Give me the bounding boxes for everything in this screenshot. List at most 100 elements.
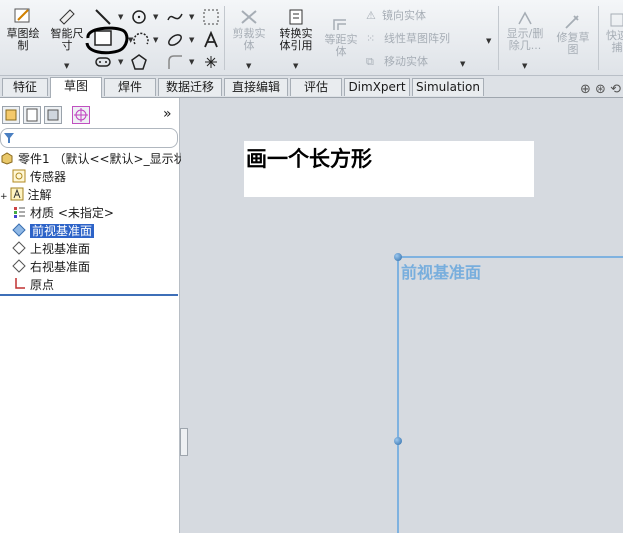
spline-dropdown[interactable]: ▼ xyxy=(189,13,194,21)
offset-entities-button[interactable]: 等距实 体 xyxy=(320,16,362,58)
annotation-icon xyxy=(10,187,24,201)
circle-dropdown[interactable]: ▼ xyxy=(153,13,158,21)
trim-icon xyxy=(241,10,257,24)
tab-data-migration[interactable]: 数据迁移 xyxy=(158,78,222,96)
move-entities-button[interactable]: ⧉ 移动实体 xyxy=(366,56,466,70)
tree-item-sensors[interactable]: 传感器 xyxy=(12,169,66,185)
configuration-tab[interactable] xyxy=(44,106,62,124)
command-manager-toolbar: 草图绘 制 智能尺 寸 ▼ ▼ ▼ ▼ ▼ ▼ ▼ ▼ ▼ 剪裁实 体 ▼ 转换… xyxy=(0,0,623,76)
quick-snaps-button[interactable]: 快速 捕 xyxy=(602,12,623,54)
crosshair-icon xyxy=(74,108,88,122)
expand-panel-button[interactable]: » xyxy=(163,106,172,122)
tab-weldments[interactable]: 焊件 xyxy=(104,78,156,96)
front-plane-edge-horizontal xyxy=(397,256,623,258)
tab-dimxpert[interactable]: DimXpert xyxy=(344,78,410,96)
ellipse-dropdown[interactable]: ▼ xyxy=(189,36,194,44)
slot-dropdown[interactable]: ▼ xyxy=(118,58,123,66)
tree-part-label: 零件1 （默认<<默认>_显示状态 xyxy=(18,152,198,166)
convert-entities-button[interactable]: 转换实 体引用 xyxy=(274,8,318,52)
expand-plus-icon[interactable]: + xyxy=(0,192,8,202)
tree-item-part[interactable]: 零件1 （默认<<默认>_显示状态 xyxy=(0,151,198,167)
display-manager-tab[interactable] xyxy=(72,106,90,124)
tree-item-material[interactable]: 材质 <未指定> xyxy=(12,205,114,221)
smart-dimension-dropdown[interactable]: ▼ xyxy=(64,62,69,70)
repair-sketch-button[interactable]: 修复草 图 xyxy=(552,14,594,56)
tree-item-front-plane[interactable]: 前视基准面 xyxy=(12,223,95,239)
move-entities-icon: ⧉ xyxy=(366,55,374,68)
zoom-area-icon[interactable]: ⊛ xyxy=(595,82,606,97)
tab-simulation[interactable]: Simulation xyxy=(412,78,484,96)
point-grid-icon[interactable] xyxy=(202,8,220,26)
smart-dimension-icon xyxy=(59,9,75,25)
linear-pattern-icon: ⁙ xyxy=(366,32,376,45)
tree-item-annotations[interactable]: + 注解 xyxy=(0,187,52,203)
tab-direct-editing[interactable]: 直接编辑 xyxy=(224,78,288,96)
repair-sketch-icon xyxy=(565,15,579,29)
panel-tab-strip: » xyxy=(0,106,180,128)
ellipse-tool-icon[interactable] xyxy=(166,31,184,49)
text-tool-icon[interactable] xyxy=(202,31,220,49)
show-delete-label-2: 除几... xyxy=(508,39,542,52)
tree-origin-label: 原点 xyxy=(30,278,55,292)
toolbar-separator-3 xyxy=(598,6,599,70)
configuration-icon xyxy=(47,109,59,121)
front-plane-label: 前视基准面 xyxy=(401,263,482,282)
quick-label-2: 捕 xyxy=(611,41,623,54)
feature-manager-panel: » 零件1 （默认<<默认>_显示状态 传感器 + 注解 材质 <未指定> 前视基… xyxy=(0,98,198,533)
move-dropdown[interactable]: ▼ xyxy=(460,60,465,68)
line-dropdown[interactable]: ▼ xyxy=(118,13,123,21)
convert-label-2: 体引用 xyxy=(279,39,313,52)
trim-dropdown[interactable]: ▼ xyxy=(246,62,251,70)
fillet-tool-icon[interactable] xyxy=(166,53,184,71)
trim-button[interactable]: 剪裁实 体 xyxy=(228,8,270,52)
feature-tree-icon xyxy=(5,109,17,121)
sensor-icon xyxy=(12,169,26,183)
relations-dropdown[interactable]: ▼ xyxy=(522,62,527,70)
instruction-box: 画一个长方形 xyxy=(244,141,534,197)
point-tool-icon[interactable] xyxy=(202,53,220,71)
mirror-entities-button[interactable]: ⚠ 镜向实体 xyxy=(366,10,466,24)
smart-dim-label-2: 寸 xyxy=(61,39,73,52)
tab-features[interactable]: 特征 xyxy=(2,78,48,96)
feature-tree-tab[interactable] xyxy=(2,106,20,124)
slot-tool-icon[interactable] xyxy=(94,53,112,71)
spline-tool-icon[interactable] xyxy=(166,8,184,26)
front-plane-edge-vertical xyxy=(397,256,399,533)
plane-icon-front xyxy=(12,223,26,237)
sketch-button[interactable]: 草图绘 制 xyxy=(2,6,44,52)
linear-pattern-button[interactable]: ⁙ 线性草图阵列 xyxy=(366,33,492,47)
offset-label-2: 体 xyxy=(335,45,347,58)
show-delete-relations-button[interactable]: 显示/删 除几... xyxy=(502,10,548,52)
instruction-text: 画一个长方形 xyxy=(246,147,372,171)
fillet-dropdown[interactable]: ▼ xyxy=(189,58,194,66)
zoom-to-fit-icon[interactable]: ⊕ xyxy=(580,82,591,97)
convert-dropdown[interactable]: ▼ xyxy=(293,62,298,70)
filter-icon xyxy=(4,133,14,143)
tab-evaluate[interactable]: 评估 xyxy=(290,78,342,96)
mirror-warning-icon: ⚠ xyxy=(366,9,376,22)
convert-entities-icon xyxy=(289,9,303,25)
polygon-tool-icon[interactable] xyxy=(130,53,148,71)
rectangle-tool-icon[interactable] xyxy=(82,24,132,56)
linear-pattern-dropdown[interactable]: ▼ xyxy=(486,37,491,45)
arc-dropdown[interactable]: ▼ xyxy=(153,36,158,44)
property-manager-tab[interactable] xyxy=(23,106,41,124)
tree-filter-input[interactable] xyxy=(0,128,178,148)
plane-icon-top xyxy=(12,241,26,255)
tab-sketch[interactable]: 草图 xyxy=(50,77,102,98)
panel-collapse-handle[interactable] xyxy=(180,428,188,456)
repair-label-2: 图 xyxy=(567,43,579,56)
tree-annotations-label: 注解 xyxy=(27,188,52,202)
plane-edge-handle[interactable] xyxy=(394,437,402,445)
previous-view-icon[interactable]: ⟲ xyxy=(610,82,621,97)
circle-tool-icon[interactable] xyxy=(130,8,148,26)
tree-item-right-plane[interactable]: 右视基准面 xyxy=(12,259,90,275)
arc-tool-icon[interactable] xyxy=(132,31,150,49)
tree-sensors-label: 传感器 xyxy=(30,170,67,184)
command-tabs: 特征 草图 焊件 数据迁移 直接编辑 评估 DimXpert Simulatio… xyxy=(0,76,623,98)
material-icon xyxy=(12,205,26,219)
rollback-bar[interactable] xyxy=(0,294,178,296)
tree-right-plane-label: 右视基准面 xyxy=(30,260,91,274)
tree-item-origin[interactable]: 原点 xyxy=(12,277,54,293)
tree-item-top-plane[interactable]: 上视基准面 xyxy=(12,241,90,257)
